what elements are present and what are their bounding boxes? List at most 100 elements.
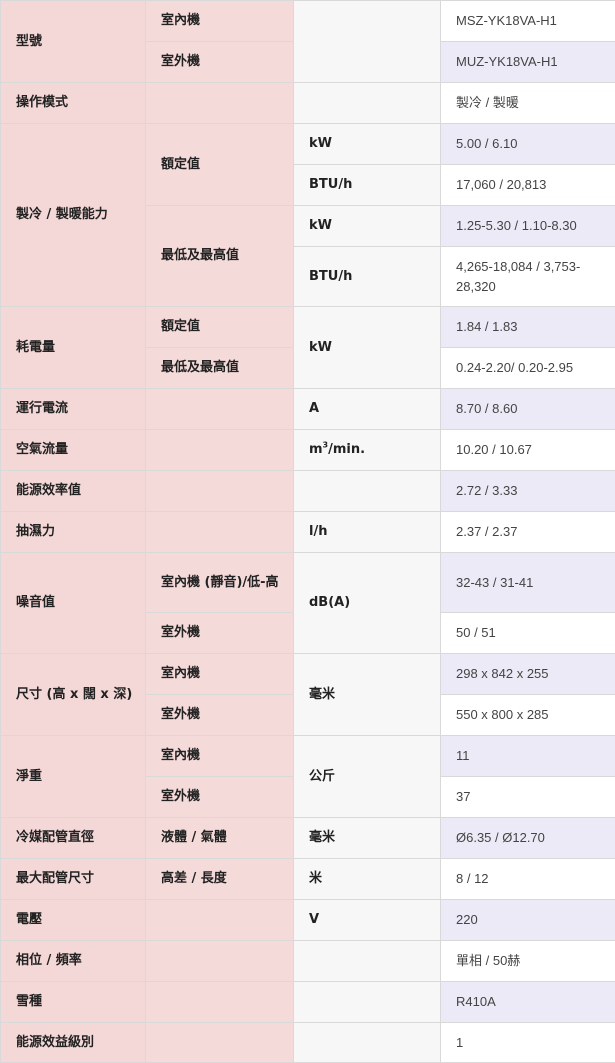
value-cell: 1 xyxy=(441,1023,615,1063)
value-cell: 4,265-18,084 / 3,753-28,320 xyxy=(441,247,615,307)
table-row: 能源效益級別 1 xyxy=(1,1023,615,1063)
sub-label-empty xyxy=(146,389,294,430)
sub-label-indoor: 室內機 xyxy=(146,736,294,777)
row-label-model: 型號 xyxy=(1,1,146,83)
table-row: 相位 / 頻率 單相 / 50赫 xyxy=(1,941,615,982)
sub-label-indoor: 室內機 xyxy=(146,1,294,42)
row-label-pipe-diameter: 冷媒配管直徑 xyxy=(1,818,146,859)
value-cell: 0.24-2.20/ 0.20-2.95 xyxy=(441,348,615,389)
table-row: 能源效率值 2.72 / 3.33 xyxy=(1,471,615,512)
row-label-refrigerant: 雪種 xyxy=(1,982,146,1023)
sub-label-outdoor: 室外機 xyxy=(146,613,294,654)
unit-tail: /min. xyxy=(328,442,365,457)
value-cell: R410A xyxy=(441,982,615,1023)
unit-cell: V xyxy=(294,900,441,941)
row-label-weight: 淨重 xyxy=(1,736,146,818)
table-row: 空氣流量 m3/min. 10.20 / 10.67 xyxy=(1,430,615,471)
unit-cell: BTU/h xyxy=(294,247,441,307)
unit-cell: l/h xyxy=(294,512,441,553)
table-row: 尺寸 (高 x 闊 x 深) 室內機 毫米 298 x 842 x 255 xyxy=(1,654,615,695)
row-label-capacity: 製冷 / 製暖能力 xyxy=(1,124,146,307)
table-row: 最大配管尺寸 高差 / 長度 米 8 / 12 xyxy=(1,859,615,900)
value-cell: 32-43 / 31-41 xyxy=(441,553,615,613)
value-cell: 10.20 / 10.67 xyxy=(441,430,615,471)
table-row: 耗電量 額定值 kW 1.84 / 1.83 xyxy=(1,307,615,348)
sub-label-empty xyxy=(146,430,294,471)
value-cell: 8 / 12 xyxy=(441,859,615,900)
row-label-energy-grade: 能源效益級別 xyxy=(1,1023,146,1063)
unit-cell: 公斤 xyxy=(294,736,441,818)
sub-label-outdoor: 室外機 xyxy=(146,695,294,736)
table-row: 淨重 室內機 公斤 11 xyxy=(1,736,615,777)
value-cell: Ø6.35 / Ø12.70 xyxy=(441,818,615,859)
value-cell: 製冷 / 製暖 xyxy=(441,83,615,124)
unit-base: m xyxy=(309,442,323,457)
sub-label-height-length: 高差 / 長度 xyxy=(146,859,294,900)
unit-cell xyxy=(294,982,441,1023)
row-label-voltage: 電壓 xyxy=(1,900,146,941)
value-cell: 17,060 / 20,813 xyxy=(441,165,615,206)
value-cell: MSZ-YK18VA-H1 xyxy=(441,1,615,42)
row-label-efficiency: 能源效率值 xyxy=(1,471,146,512)
unit-cell: m3/min. xyxy=(294,430,441,471)
sub-label-outdoor: 室外機 xyxy=(146,777,294,818)
unit-cell: dB(A) xyxy=(294,553,441,654)
value-cell: 11 xyxy=(441,736,615,777)
sub-label-indoor: 室內機 (靜音)/低-高 xyxy=(146,553,294,613)
row-label-dimension: 尺寸 (高 x 闊 x 深) xyxy=(1,654,146,736)
row-label-phase: 相位 / 頻率 xyxy=(1,941,146,982)
row-label-pipe-length: 最大配管尺寸 xyxy=(1,859,146,900)
sub-label-minmax: 最低及最高值 xyxy=(146,206,294,307)
unit-cell xyxy=(294,941,441,982)
value-cell: 單相 / 50赫 xyxy=(441,941,615,982)
value-cell: 2.37 / 2.37 xyxy=(441,512,615,553)
value-cell: 50 / 51 xyxy=(441,613,615,654)
table-row: 型號 室內機 MSZ-YK18VA-H1 xyxy=(1,1,615,42)
spec-table: 型號 室內機 MSZ-YK18VA-H1 室外機 MUZ-YK18VA-H1 操… xyxy=(0,0,615,1063)
unit-cell xyxy=(294,83,441,124)
sub-label-empty xyxy=(146,83,294,124)
unit-cell: BTU/h xyxy=(294,165,441,206)
value-cell: 5.00 / 6.10 xyxy=(441,124,615,165)
unit-cell: A xyxy=(294,389,441,430)
sub-label-indoor: 室內機 xyxy=(146,654,294,695)
sub-label-empty xyxy=(146,982,294,1023)
unit-cell xyxy=(294,471,441,512)
sub-label-rated: 額定值 xyxy=(146,124,294,206)
sub-label-minmax: 最低及最高值 xyxy=(146,348,294,389)
row-label-mode: 操作模式 xyxy=(1,83,146,124)
table-row: 冷媒配管直徑 液體 / 氣體 毫米 Ø6.35 / Ø12.70 xyxy=(1,818,615,859)
row-label-current: 運行電流 xyxy=(1,389,146,430)
value-cell: 1.25-5.30 / 1.10-8.30 xyxy=(441,206,615,247)
table-row: 噪音值 室內機 (靜音)/低-高 dB(A) 32-43 / 31-41 xyxy=(1,553,615,613)
value-cell: 2.72 / 3.33 xyxy=(441,471,615,512)
table-row: 電壓 V 220 xyxy=(1,900,615,941)
value-cell: 550 x 800 x 285 xyxy=(441,695,615,736)
row-label-power: 耗電量 xyxy=(1,307,146,389)
table-row: 運行電流 A 8.70 / 8.60 xyxy=(1,389,615,430)
unit-cell: 米 xyxy=(294,859,441,900)
sub-label-empty xyxy=(146,1023,294,1063)
unit-cell: kW xyxy=(294,206,441,247)
unit-cell xyxy=(294,1023,441,1063)
sub-label-empty xyxy=(146,941,294,982)
value-cell: 1.84 / 1.83 xyxy=(441,307,615,348)
table-row: 製冷 / 製暖能力 額定值 kW 5.00 / 6.10 xyxy=(1,124,615,165)
value-cell: 8.70 / 8.60 xyxy=(441,389,615,430)
table-row: 操作模式 製冷 / 製暖 xyxy=(1,83,615,124)
unit-cell: kW xyxy=(294,124,441,165)
sub-label-empty xyxy=(146,471,294,512)
value-cell: 298 x 842 x 255 xyxy=(441,654,615,695)
value-cell: 37 xyxy=(441,777,615,818)
unit-cell xyxy=(294,1,441,83)
sub-label-outdoor: 室外機 xyxy=(146,42,294,83)
value-cell: MUZ-YK18VA-H1 xyxy=(441,42,615,83)
row-label-dehumid: 抽濕力 xyxy=(1,512,146,553)
unit-cell: 毫米 xyxy=(294,818,441,859)
row-label-airflow: 空氣流量 xyxy=(1,430,146,471)
row-label-noise: 噪音值 xyxy=(1,553,146,654)
sub-label-empty xyxy=(146,512,294,553)
sub-label-empty xyxy=(146,900,294,941)
sub-label-rated: 額定值 xyxy=(146,307,294,348)
table-row: 雪種 R410A xyxy=(1,982,615,1023)
